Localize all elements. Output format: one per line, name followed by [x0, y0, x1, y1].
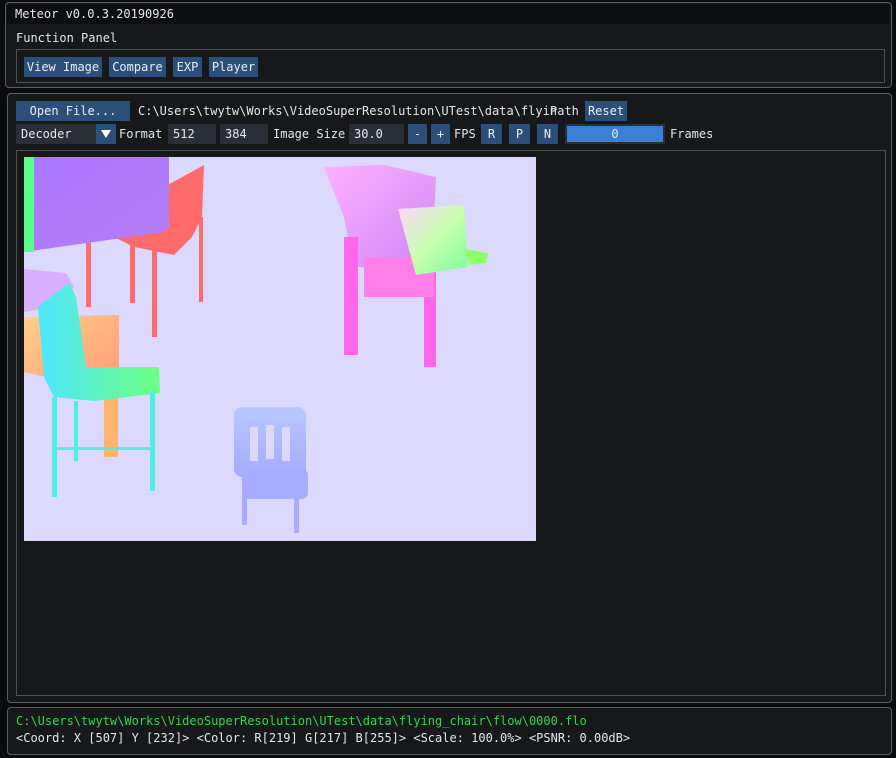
width-input[interactable]: 512 [168, 124, 216, 144]
green-edge-shape [24, 157, 34, 252]
status-info: <Coord: X [507] Y [232]> <Color: R[219] … [16, 731, 631, 745]
path-input[interactable]: C:\Users\twytw\Works\VideoSuperResolutio… [138, 104, 557, 118]
decoder-arrow-button[interactable] [96, 124, 116, 144]
p-button[interactable]: P [509, 124, 530, 144]
format-label: Format [119, 127, 163, 141]
path-label: Path [550, 104, 579, 118]
fps-increase-button[interactable]: + [431, 124, 450, 144]
player-button[interactable]: Player [209, 57, 258, 77]
compare-button[interactable]: Compare [109, 57, 166, 77]
title-bar[interactable]: Meteor v0.0.3.20190926 [7, 4, 890, 24]
n-button[interactable]: N [537, 124, 558, 144]
open-file-button[interactable]: Open File... [16, 101, 130, 121]
decoder-value: Decoder [21, 127, 72, 141]
image-viewport[interactable] [16, 150, 886, 696]
frames-label: Frames [670, 127, 714, 141]
frames-value: 0 [611, 127, 619, 141]
chevron-down-icon [101, 130, 111, 138]
view-image-button[interactable]: View Image [24, 57, 102, 77]
status-file-path: C:\Users\twytw\Works\VideoSuperResolutio… [16, 714, 587, 728]
window-title: Meteor v0.0.3.20190926 [15, 7, 174, 21]
reset-button[interactable]: Reset [585, 101, 627, 121]
player-window: Open File... C:\Users\twytw\Works\VideoS… [7, 93, 892, 703]
status-window: C:\Users\twytw\Works\VideoSuperResolutio… [7, 707, 892, 755]
fps-input[interactable]: 30.0 [349, 124, 404, 144]
fps-label: FPS [454, 127, 476, 141]
function-panel-title: Function Panel [16, 31, 118, 45]
image-size-label: Image Size [273, 127, 346, 141]
flow-image[interactable] [24, 157, 536, 541]
height-input[interactable]: 384 [220, 124, 268, 144]
r-button[interactable]: R [481, 124, 502, 144]
exp-button[interactable]: EXP [173, 57, 202, 77]
function-panel: View Image Compare EXP Player [16, 49, 885, 83]
fps-decrease-button[interactable]: - [408, 124, 427, 144]
frames-slider[interactable]: 0 [565, 124, 665, 144]
decoder-select[interactable]: Decoder [16, 124, 116, 144]
main-window: Meteor v0.0.3.20190926 Function Panel Vi… [5, 2, 892, 88]
